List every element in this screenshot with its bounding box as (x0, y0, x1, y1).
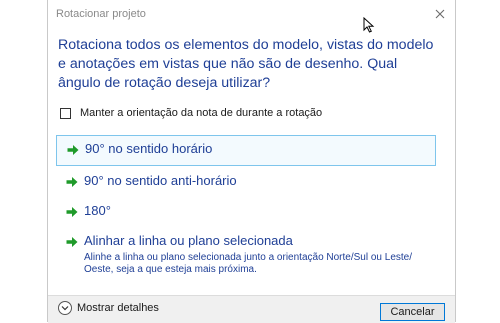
expand-circle (58, 301, 72, 315)
green-arrow-icon (67, 145, 79, 155)
option-align-line-or-plane[interactable]: Alinhar a linha ou plano selecionada Ali… (56, 228, 436, 280)
title-bar: Rotacionar projeto (48, 0, 455, 30)
show-details-toggle[interactable]: Mostrar detalhes (58, 301, 159, 315)
mouse-cursor-icon (363, 17, 375, 33)
checkbox-label: Manter a orientação da nota de durante a… (80, 107, 323, 119)
chevron-down-icon (61, 306, 69, 311)
option-180[interactable]: 180° (56, 198, 436, 224)
close-icon (435, 9, 445, 19)
show-details-label: Mostrar detalhes (77, 302, 159, 314)
option-label: 90° no sentido anti-horário (84, 173, 237, 188)
green-arrow-icon (66, 207, 78, 217)
rotate-project-dialog: Rotacionar projeto Rotaciona todos os el… (47, 0, 456, 323)
green-arrow-icon (66, 177, 78, 187)
keep-orientation-checkbox[interactable] (60, 107, 71, 119)
option-label: 180° (84, 203, 111, 218)
option-90-counterclockwise[interactable]: 90° no sentido anti-horário (56, 168, 436, 194)
option-label: Alinhar a linha ou plano selecionada (84, 233, 293, 248)
green-arrow-icon (66, 237, 78, 247)
close-button[interactable] (431, 5, 449, 23)
dialog-footer: Mostrar detalhes Cancelar (48, 295, 455, 323)
cancel-button[interactable]: Cancelar (380, 303, 445, 321)
option-description: Alinhe a linha ou plano selecionada junt… (84, 252, 413, 275)
option-label: 90° no sentido horário (85, 141, 213, 156)
option-90-clockwise[interactable]: 90° no sentido horário (56, 135, 436, 166)
keep-orientation-checkbox-row[interactable]: Manter a orientação da nota de durante a… (60, 105, 322, 121)
window-title: Rotacionar projeto (56, 8, 146, 20)
main-instruction: Rotaciona todos os elementos do modelo, … (58, 37, 434, 91)
